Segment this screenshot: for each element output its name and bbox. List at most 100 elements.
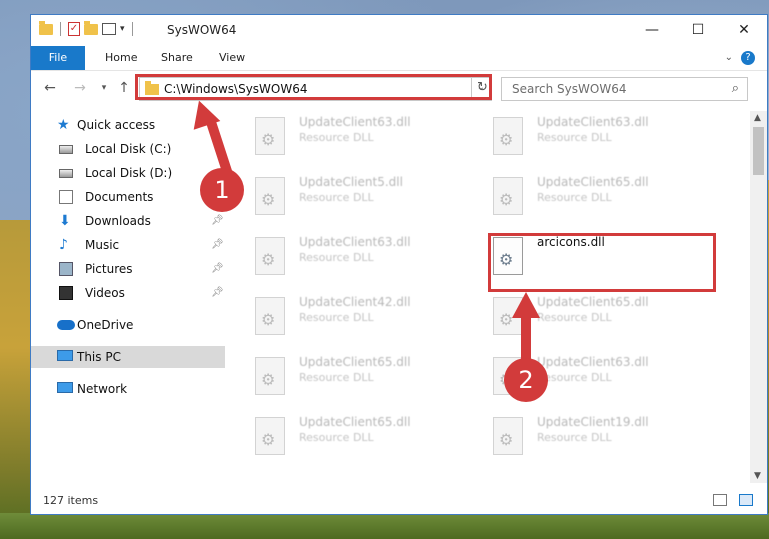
file-type: Resource DLL	[537, 431, 612, 444]
file-item-arcicons-dll[interactable]: arcicons.dll	[465, 231, 695, 285]
file-item[interactable]: UpdateClient65.dll Resource DLL	[227, 411, 457, 465]
file-item[interactable]: UpdateClient65.dll Resource DLL	[465, 291, 695, 345]
file-name: UpdateClient42.dll	[299, 295, 411, 309]
folder-icon[interactable]	[39, 20, 53, 35]
foliage-left	[0, 220, 30, 539]
toolbar-divider	[60, 22, 61, 36]
quick-access-toolbar: ✓ ▾	[39, 20, 136, 36]
recent-locations-icon[interactable]: ▾	[95, 80, 113, 96]
file-item[interactable]: UpdateClient63.dll Resource DLL	[227, 111, 457, 165]
file-type: Resource DLL	[537, 191, 612, 204]
window-title: SysWOW64	[167, 23, 237, 37]
sidebar-item-label: Videos	[85, 286, 125, 300]
star-icon: ★	[57, 117, 70, 133]
tab-home[interactable]: Home	[93, 46, 149, 70]
grass	[0, 513, 769, 539]
file-name: UpdateClient65.dll	[299, 355, 411, 369]
properties-check-icon[interactable]: ✓	[68, 22, 80, 36]
large-icons-view-icon[interactable]	[739, 494, 753, 506]
sidebar-item-onedrive[interactable]: OneDrive	[31, 314, 225, 336]
expand-ribbon-icon[interactable]: ⌄	[725, 52, 733, 63]
callout-arrow-2-head	[512, 292, 540, 318]
dll-file-icon	[255, 357, 285, 395]
file-item[interactable]: UpdateClient19.dll Resource DLL	[465, 411, 695, 465]
tab-file[interactable]: File	[31, 46, 85, 70]
sidebar-item-local-disk-d[interactable]: Local Disk (D:)	[31, 162, 225, 184]
customize-icon[interactable]	[102, 23, 116, 35]
sidebar-item-pictures[interactable]: Pictures 📌︎	[31, 258, 225, 280]
pin-icon[interactable]: 📌︎	[211, 210, 224, 232]
back-arrow-icon[interactable]: ←	[41, 80, 59, 96]
sidebar-item-music[interactable]: ♪ Music 📌︎	[31, 234, 225, 256]
new-folder-icon[interactable]	[84, 20, 98, 35]
details-view-icon[interactable]	[713, 494, 727, 506]
help-icon[interactable]: ?	[741, 51, 755, 65]
file-item[interactable]: UpdateClient63.dll Resource DLL	[227, 231, 457, 285]
dll-file-icon	[255, 177, 285, 215]
tab-share[interactable]: Share	[149, 46, 205, 70]
music-icon: ♪	[59, 237, 68, 253]
forward-arrow-icon[interactable]: →	[71, 80, 89, 96]
file-type: Resource DLL	[299, 191, 374, 204]
dll-file-icon	[255, 417, 285, 455]
sidebar-item-label: Music	[85, 238, 120, 252]
drive-icon	[59, 145, 73, 154]
close-button[interactable]: ✕	[721, 15, 767, 45]
drive-icon	[59, 169, 73, 178]
window-controls: — ☐ ✕	[629, 15, 767, 45]
sidebar-item-label: Quick access	[77, 118, 156, 132]
file-item[interactable]: UpdateClient63.dll Resource DLL	[465, 351, 695, 405]
pin-icon[interactable]: 📌︎	[211, 282, 224, 304]
dll-file-icon	[493, 117, 523, 155]
file-type: Resource DLL	[299, 371, 374, 384]
sidebar-item-label: Documents	[85, 190, 154, 204]
sidebar-item-downloads[interactable]: ⬇ Downloads 📌︎	[31, 210, 225, 232]
file-type: Resource DLL	[299, 311, 374, 324]
file-list: UpdateClient63.dll Resource DLL UpdateCl…	[227, 111, 739, 483]
file-name: arcicons.dll	[537, 235, 605, 249]
sidebar-item-videos[interactable]: Videos 📌︎	[31, 282, 225, 304]
file-name: UpdateClient19.dll	[537, 415, 649, 429]
file-name: UpdateClient5.dll	[299, 175, 403, 189]
file-name: UpdateClient65.dll	[299, 415, 411, 429]
sidebar-item-documents[interactable]: Documents	[31, 186, 225, 208]
maximize-button[interactable]: ☐	[675, 15, 721, 45]
file-item[interactable]: UpdateClient65.dll Resource DLL	[465, 171, 695, 225]
vertical-scrollbar[interactable]: ▲ ▼	[750, 111, 767, 483]
sidebar-item-local-disk-c[interactable]: Local Disk (C:)	[31, 138, 225, 160]
sidebar-item-network[interactable]: Network	[31, 378, 225, 400]
ribbon-tabs: File Home Share View ⌄ ?	[31, 46, 767, 71]
refresh-button[interactable]: ↻	[471, 77, 493, 101]
up-arrow-icon[interactable]: ↑	[115, 80, 133, 96]
scrollbar-thumb[interactable]	[753, 127, 764, 175]
minimize-button[interactable]: —	[629, 15, 675, 45]
file-item[interactable]: UpdateClient65.dll Resource DLL	[227, 351, 457, 405]
chevron-down-icon[interactable]: ▾	[120, 24, 125, 34]
file-item[interactable]: UpdateClient42.dll Resource DLL	[227, 291, 457, 345]
videos-icon	[59, 286, 73, 300]
file-type: Resource DLL	[537, 371, 612, 384]
sidebar-item-label: Local Disk (C:)	[85, 142, 172, 156]
file-name: UpdateClient63.dll	[299, 235, 411, 249]
item-count: 127 items	[43, 494, 99, 507]
address-bar[interactable]: C:\Windows\SysWOW64 ⌄	[139, 77, 492, 101]
scroll-up-icon[interactable]: ▲	[754, 113, 761, 123]
status-bar: 127 items	[31, 488, 767, 514]
callout-number-2: 2	[504, 358, 548, 402]
file-item[interactable]: UpdateClient63.dll Resource DLL	[465, 111, 695, 165]
tab-view[interactable]: View	[207, 46, 257, 70]
dll-file-icon	[493, 177, 523, 215]
dll-file-icon	[493, 417, 523, 455]
dll-file-icon	[255, 297, 285, 335]
title-bar: ✓ ▾ SysWOW64 — ☐ ✕	[31, 15, 767, 46]
download-icon: ⬇	[59, 213, 71, 229]
pin-icon[interactable]: 📌︎	[211, 234, 224, 256]
file-item[interactable]: UpdateClient5.dll Resource DLL	[227, 171, 457, 225]
scroll-down-icon[interactable]: ▼	[754, 471, 761, 481]
search-input[interactable]: Search SysWOW64 ⌕	[501, 77, 748, 101]
address-path[interactable]: C:\Windows\SysWOW64	[164, 82, 308, 96]
pin-icon[interactable]: 📌︎	[211, 258, 224, 280]
sidebar-item-this-pc[interactable]: This PC	[31, 346, 225, 368]
file-type: Resource DLL	[299, 251, 374, 264]
search-icon[interactable]: ⌕	[732, 81, 739, 96]
